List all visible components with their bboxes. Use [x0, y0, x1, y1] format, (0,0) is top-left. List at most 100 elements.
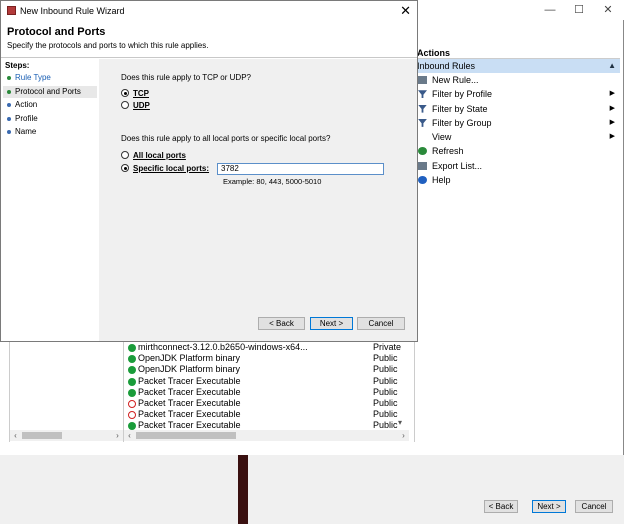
action-label: New Rule...: [432, 75, 479, 85]
udp-radio[interactable]: UDP: [121, 100, 150, 111]
scroll-thumb[interactable]: [136, 432, 236, 439]
scroll-down-icon[interactable]: ▾: [398, 418, 402, 427]
tree-pane: ‹ ›: [9, 342, 123, 442]
radio-indicator: [121, 151, 129, 159]
step-bullet-icon: [7, 89, 11, 94]
scroll-thumb[interactable]: [22, 432, 62, 439]
allow-icon: [128, 366, 136, 375]
action-item[interactable]: Filter by Profile ▶: [415, 87, 620, 101]
next-button[interactable]: Next >: [532, 500, 566, 513]
action-label: Help: [432, 175, 451, 186]
all-ports-radio[interactable]: All local ports: [121, 150, 186, 161]
ports-input[interactable]: 3782: [217, 163, 384, 175]
rule-profile: Public: [373, 386, 398, 397]
rule-profile: Public: [373, 364, 398, 375]
filter-icon: [418, 118, 427, 127]
table-row[interactable]: OpenJDK Platform binary Public: [124, 364, 409, 375]
action-item[interactable]: New Rule...: [415, 73, 620, 87]
actions-pane: Actions Inbound Rules ▲ New Rule... Filte…: [414, 47, 620, 442]
collapse-icon[interactable]: ▲: [608, 59, 616, 73]
close-icon[interactable]: ✕: [400, 3, 411, 19]
radio-indicator: [121, 89, 129, 97]
refresh-icon: [418, 147, 427, 156]
ports-example: Example: 80, 443, 5000-5010: [223, 177, 322, 186]
action-item[interactable]: Filter by Group ▶: [415, 116, 620, 130]
new-rule-icon: [418, 76, 427, 84]
table-row[interactable]: OpenJDK Platform binary Public: [124, 353, 409, 364]
section-label: Inbound Rules: [417, 61, 476, 71]
action-item[interactable]: Export List...: [415, 159, 620, 173]
maximize-icon[interactable]: ☐: [565, 0, 593, 20]
specific-ports-radio[interactable]: Specific local ports:: [121, 163, 209, 174]
allow-icon: [128, 388, 136, 397]
table-row[interactable]: Packet Tracer Executable Public: [124, 376, 409, 387]
udp-label: UDP: [133, 101, 150, 110]
all-ports-label: All local ports: [133, 151, 186, 160]
specific-ports-label: Specific local ports:: [133, 164, 210, 173]
steps-label: Steps:: [5, 61, 30, 70]
filter-icon: [418, 104, 427, 113]
step-item: Rule Type: [3, 72, 97, 84]
ports-question: Does this rule apply to all local ports …: [121, 134, 331, 143]
cancel-button[interactable]: Cancel: [357, 317, 405, 330]
wizard-header: Protocol and Ports Specify the protocols…: [1, 21, 417, 58]
action-label: Refresh: [432, 146, 464, 157]
rule-name: mirthconnect-3.12.0.b2650-windows-x64...: [138, 342, 308, 352]
submenu-arrow-icon: ▶: [609, 104, 615, 112]
submenu-arrow-icon: ▶: [609, 133, 615, 141]
rule-name: Packet Tracer Executable: [138, 409, 241, 420]
rule-profile: Public: [373, 409, 398, 420]
rule-profile: Public: [373, 375, 398, 386]
scroll-right-icon[interactable]: ›: [398, 430, 409, 441]
radio-indicator: [121, 164, 129, 172]
allow-icon: [128, 344, 136, 352]
tree-scrollbar[interactable]: ‹ ›: [10, 430, 123, 441]
table-row[interactable]: mirthconnect-3.12.0.b2650-windows-x64...…: [124, 342, 409, 353]
action-list: New Rule... Filter by Profile ▶ Filter by S…: [415, 73, 620, 187]
radio-indicator: [121, 101, 129, 109]
background-wizard-buttons: < Back Next > Cancel: [476, 493, 624, 524]
rule-rows: mirthconnect-3.12.0.b2650-windows-x64...…: [124, 342, 409, 432]
scroll-left-icon[interactable]: ‹: [10, 430, 21, 441]
step-label: Protocol and Ports: [15, 86, 81, 96]
desktop-background: [238, 455, 248, 524]
action-label: Filter by Profile: [432, 89, 493, 100]
scroll-right-icon[interactable]: ›: [112, 430, 123, 441]
close-icon[interactable]: ✕: [594, 0, 622, 20]
action-item[interactable]: Refresh: [415, 144, 620, 158]
wizard-title: New Inbound Rule Wizard: [20, 6, 125, 16]
scroll-left-icon[interactable]: ‹: [124, 430, 135, 441]
back-button[interactable]: < Back: [484, 500, 518, 513]
allow-icon: [128, 377, 136, 386]
step-bullet-icon: [7, 103, 11, 107]
rule-name: OpenJDK Platform binary: [138, 353, 241, 364]
action-item[interactable]: Filter by State ▶: [415, 102, 620, 116]
rules-scrollbar[interactable]: ‹ ›: [124, 430, 409, 441]
block-icon: [128, 399, 136, 408]
cancel-button[interactable]: Cancel: [575, 500, 613, 513]
back-button[interactable]: < Back: [258, 317, 305, 330]
table-row[interactable]: Packet Tracer Executable Public: [124, 387, 409, 398]
step-label: Name: [15, 127, 37, 136]
table-row[interactable]: Packet Tracer Executable Public: [124, 409, 409, 420]
submenu-arrow-icon: ▶: [609, 118, 615, 126]
step-label: Action: [15, 100, 38, 109]
rule-profile: Public: [373, 397, 398, 408]
rule-profile: Private: [373, 342, 402, 352]
action-label: Filter by State: [432, 103, 488, 114]
step-bullet-icon: [7, 76, 11, 80]
action-label: Filter by Group: [432, 117, 492, 128]
inbound-rules-section[interactable]: Inbound Rules ▲: [415, 59, 620, 73]
next-button[interactable]: Next >: [310, 317, 353, 330]
action-item[interactable]: Help: [415, 173, 620, 187]
action-label: View: [432, 132, 452, 143]
rule-name: Packet Tracer Executable: [138, 397, 241, 408]
action-item[interactable]: View ▶: [415, 130, 620, 144]
block-icon: [128, 411, 136, 420]
submenu-arrow-icon: ▶: [609, 90, 615, 98]
minimize-icon[interactable]: —: [536, 0, 564, 20]
export-icon: [418, 161, 427, 170]
tcp-radio[interactable]: TCP: [121, 88, 149, 99]
table-row[interactable]: Packet Tracer Executable Public: [124, 398, 409, 409]
page-subtitle: Specify the protocols and ports to which…: [7, 41, 209, 50]
